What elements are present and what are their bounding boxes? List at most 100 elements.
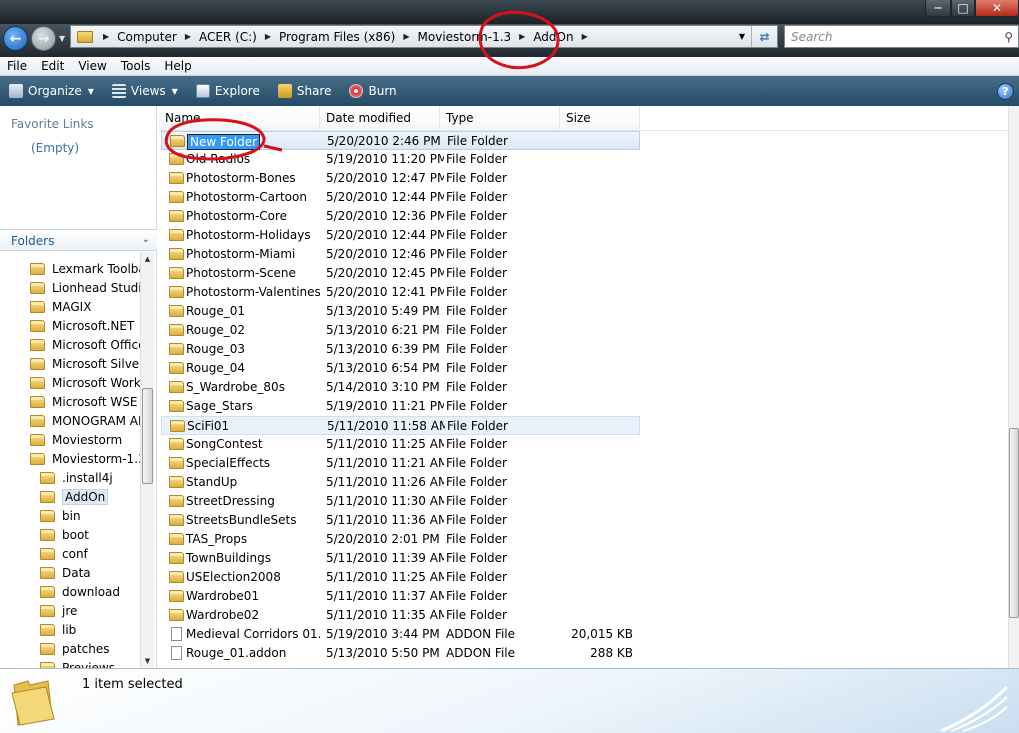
tree-item[interactable]: jre xyxy=(40,601,77,620)
search-icon[interactable]: ⚲ xyxy=(1004,30,1013,44)
file-size: 20,015 KB xyxy=(571,627,633,641)
close-button[interactable]: ✕ xyxy=(975,0,1019,17)
tree-item[interactable]: Lexmark Toolbar xyxy=(30,259,140,278)
file-row[interactable]: USElection2008 5/11/2010 11:25 AM File Fol… xyxy=(161,568,640,587)
tree-item[interactable]: Data xyxy=(40,563,91,582)
breadcrumb-separator-icon[interactable]: ▶ xyxy=(181,32,195,41)
address-bar[interactable]: ▶ Computer ▶ ACER (C:) ▶ Program Files (… xyxy=(70,25,778,48)
tree-item[interactable]: Previews xyxy=(40,658,115,668)
tree-item[interactable]: MONOGRAM AMP xyxy=(30,411,140,430)
menu-file[interactable]: File xyxy=(0,59,34,73)
file-list-scrollbar[interactable] xyxy=(1008,106,1019,668)
breadcrumb-program-files[interactable]: Program Files (x86) xyxy=(275,26,399,47)
organize-button[interactable]: Organize ▼ xyxy=(0,76,103,106)
explore-button[interactable]: Explore xyxy=(187,76,269,106)
back-button[interactable]: ← xyxy=(3,26,28,51)
views-button[interactable]: Views ▼ xyxy=(103,76,187,106)
file-row[interactable]: Photostorm-Core 5/20/2010 12:36 PM File Fo… xyxy=(161,207,640,226)
file-row[interactable]: Rouge_04 5/13/2010 6:54 PM File Folder xyxy=(161,359,640,378)
explore-label: Explore xyxy=(214,84,260,98)
file-row[interactable]: Sage_Stars 5/19/2010 11:21 PM File Folder xyxy=(161,397,640,416)
file-row[interactable]: TAS_Props 5/20/2010 2:01 PM File Folder xyxy=(161,530,640,549)
file-row[interactable]: Photostorm-Holidays 5/20/2010 12:44 PM Fil… xyxy=(161,226,640,245)
file-row[interactable]: StandUp 5/11/2010 11:26 AM File Folder xyxy=(161,473,640,492)
tree-item[interactable]: Moviestorm-1.3 xyxy=(30,449,140,468)
file-row[interactable]: SpecialEffects 5/11/2010 11:21 AM File Fol… xyxy=(161,454,640,473)
share-button[interactable]: Share xyxy=(269,76,341,106)
menu-view[interactable]: View xyxy=(71,59,113,73)
tree-item[interactable]: Microsoft WSE xyxy=(30,392,138,411)
tree-item[interactable]: Microsoft Works xyxy=(30,373,140,392)
column-header-type[interactable]: Type xyxy=(440,106,560,130)
folder-tree-scrollbar[interactable]: ▲ ▼ xyxy=(140,252,154,668)
file-row[interactable]: Rouge_02 5/13/2010 6:21 PM File Folder xyxy=(161,321,640,340)
column-header-date-modified[interactable]: Date modified xyxy=(320,106,440,130)
tree-item[interactable]: .install4j xyxy=(40,468,113,487)
breadcrumb-separator-icon[interactable]: ▶ xyxy=(399,32,413,41)
column-header-name[interactable]: Name xyxy=(159,106,320,130)
maximize-button[interactable]: □ xyxy=(951,0,975,17)
tree-item[interactable]: Moviestorm xyxy=(30,430,122,449)
file-row[interactable]: Rouge_03 5/13/2010 6:39 PM File Folder xyxy=(161,340,640,359)
column-header-size[interactable]: Size xyxy=(560,106,640,130)
file-row[interactable]: Wardrobe02 5/11/2010 11:35 AM File Folder xyxy=(161,606,640,625)
help-button[interactable]: ? xyxy=(997,83,1014,100)
rename-field[interactable]: New Folder xyxy=(187,132,321,151)
file-row[interactable]: Medieval Corridors 01.... 5/19/2010 3:44 … xyxy=(161,625,640,644)
file-row[interactable]: Photostorm-Miami 5/20/2010 12:46 PM File F… xyxy=(161,245,640,264)
burn-button[interactable]: Burn xyxy=(340,76,405,106)
tree-item[interactable]: AddOn xyxy=(40,487,109,506)
breadcrumb-computer[interactable]: Computer xyxy=(113,26,181,47)
file-row[interactable]: SciFi01 5/11/2010 11:58 AM File Folder xyxy=(161,416,640,435)
breadcrumb-drive[interactable]: ACER (C:) xyxy=(195,26,261,47)
tree-item[interactable]: lib xyxy=(40,620,76,639)
scrollbar-thumb[interactable] xyxy=(1009,428,1019,618)
tree-item[interactable]: Microsoft Silverlight xyxy=(30,354,140,373)
breadcrumb-addon[interactable]: AddOn xyxy=(529,26,577,47)
tree-item[interactable]: boot xyxy=(40,525,89,544)
breadcrumb-separator-icon[interactable]: ▶ xyxy=(578,32,592,41)
refresh-button[interactable]: ⇄ xyxy=(751,26,777,47)
file-row[interactable]: Rouge_01 5/13/2010 5:49 PM File Folder xyxy=(161,302,640,321)
menu-edit[interactable]: Edit xyxy=(34,59,71,73)
minimize-button[interactable]: ─ xyxy=(925,0,951,17)
file-row[interactable]: TownBuildings 5/11/2010 11:39 AM File Fold… xyxy=(161,549,640,568)
scrollbar-thumb[interactable] xyxy=(142,388,153,484)
tree-item[interactable]: patches xyxy=(40,639,110,658)
file-row[interactable]: Wardrobe01 5/11/2010 11:37 AM File Folder xyxy=(161,587,640,606)
file-row[interactable]: SongContest 5/11/2010 11:25 AM File Folder xyxy=(161,435,640,454)
recent-pages-dropdown[interactable]: ▼ xyxy=(59,34,65,43)
chevron-down-icon: ▼ xyxy=(171,86,178,96)
folders-header[interactable]: Folders ⌄ xyxy=(0,229,157,251)
tree-item[interactable]: conf xyxy=(40,544,88,563)
file-row[interactable]: Photostorm-Valentines 5/20/2010 12:41 PM F… xyxy=(161,283,640,302)
rename-text[interactable]: New Folder xyxy=(187,134,261,150)
forward-button[interactable]: → xyxy=(31,26,56,51)
file-row[interactable]: Photostorm-Scene 5/20/2010 12:45 PM File F… xyxy=(161,264,640,283)
menu-tools[interactable]: Tools xyxy=(114,59,158,73)
menu-help[interactable]: Help xyxy=(157,59,198,73)
breadcrumb-separator-icon[interactable]: ▶ xyxy=(261,32,275,41)
breadcrumb-separator-icon[interactable]: ▶ xyxy=(99,32,113,41)
file-row[interactable]: Rouge_01.addon 5/13/2010 5:50 PM ADDON Fil… xyxy=(161,644,640,663)
scroll-up-icon[interactable]: ▲ xyxy=(141,252,154,266)
breadcrumb-moviestorm[interactable]: Moviestorm-1.3 xyxy=(414,26,516,47)
search-input[interactable]: Search ⚲ xyxy=(784,25,1019,48)
file-row[interactable]: StreetDressing 5/11/2010 11:30 AM File Fol… xyxy=(161,492,640,511)
tree-item[interactable]: Lionhead Studios xyxy=(30,278,140,297)
tree-item[interactable]: bin xyxy=(40,506,81,525)
file-row[interactable]: S_Wardrobe_80s 5/14/2010 3:10 PM File Fold… xyxy=(161,378,640,397)
tree-item[interactable]: download xyxy=(40,582,120,601)
scroll-down-icon[interactable]: ▼ xyxy=(141,654,154,668)
tree-item[interactable]: MAGIX xyxy=(30,297,91,316)
tree-item[interactable]: Microsoft Office xyxy=(30,335,140,354)
file-row[interactable]: Photostorm-Cartoon 5/20/2010 12:44 PM File… xyxy=(161,188,640,207)
breadcrumb-separator-icon[interactable]: ▶ xyxy=(515,32,529,41)
file-row[interactable]: Photostorm-Bones 5/20/2010 12:47 PM File F… xyxy=(161,169,640,188)
address-dropdown-icon[interactable]: ▼ xyxy=(736,26,748,47)
tree-item[interactable]: Microsoft.NET xyxy=(30,316,134,335)
favorite-links-heading: Favorite Links xyxy=(11,117,94,131)
file-row[interactable]: StreetsBundleSets 5/11/2010 11:36 AM File … xyxy=(161,511,640,530)
file-row[interactable]: New Folder 5/20/2010 2:46 PM File Folder xyxy=(161,131,640,150)
file-row[interactable]: Old Radios 5/19/2010 11:20 PM File Folder xyxy=(161,150,640,169)
